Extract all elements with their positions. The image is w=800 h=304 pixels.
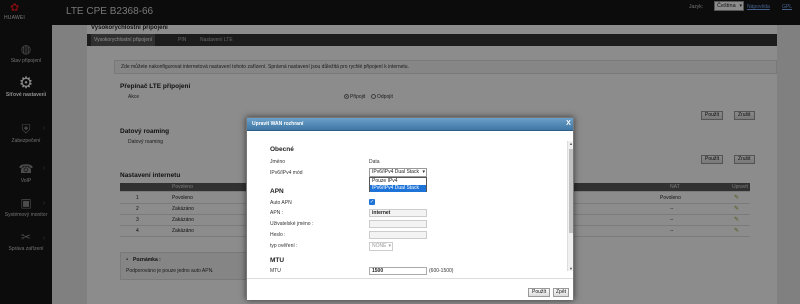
dialog-scrollbar[interactable]: ▲ ▼ [567,141,573,271]
mtu-label: MTU [270,268,281,274]
apn-label: APN : [270,210,284,216]
ip-mode-label: IPv6/IPv4 mód [270,170,303,176]
scroll-down-icon[interactable]: ▼ [568,266,573,271]
name-label: Jméno [270,159,286,165]
ip-mode-option[interactable]: Pouze IPv4 [370,178,426,185]
ip-mode-value: IPv6/IPv4 Dual Stack [372,169,419,175]
mtu-range: (600-1500) [429,268,454,274]
apn-field[interactable]: internet [369,209,427,217]
auth-type-select[interactable]: NONE ▾ [369,242,393,251]
dialog-back-button[interactable]: Zpět [553,288,570,297]
general-section-title: Obecné [270,146,294,153]
ip-mode-option-selected[interactable]: IPv6/IPv4 Dual Stack [370,185,426,192]
mtu-section-title: MTU [270,257,285,264]
edit-wan-dialog: Upravit WAN rozhraní X Obecné Jméno Data… [246,117,574,300]
auto-apn-checkbox[interactable]: ✓ [369,199,375,205]
dialog-apply-button[interactable]: Použít [528,288,551,297]
dialog-header: Upravit WAN rozhraní X [247,118,573,131]
ip-mode-dropdown: Pouze IPv4 IPv6/IPv4 Dual Stack [369,177,427,192]
dialog-body: Obecné Jméno Data IPv6/IPv4 mód IPv6/IPv… [247,132,573,277]
chevron-down-icon: ▾ [422,169,425,175]
ip-mode-select[interactable]: IPv6/IPv4 Dual Stack ▾ [369,168,427,177]
password-field[interactable] [369,231,427,239]
auto-apn-label: Auto APN [270,200,292,206]
auth-type-label: typ ověření : [270,243,298,249]
dialog-title: Upravit WAN rozhraní [252,121,304,127]
username-label: Uživatelské jméno : [270,221,314,227]
password-label: Heslo : [270,232,286,238]
auth-type-value: NONE [372,243,387,249]
chevron-down-icon: ▾ [388,243,391,249]
apn-section-title: APN [270,188,284,195]
dialog-footer: Použít Zpět [247,278,573,300]
scrollbar-thumb[interactable] [569,149,573,233]
username-field[interactable] [369,220,427,228]
name-value: Data [369,159,380,165]
close-icon[interactable]: X [564,119,573,129]
scroll-up-icon[interactable]: ▲ [568,141,573,146]
mtu-field[interactable]: 1500 [369,267,427,275]
